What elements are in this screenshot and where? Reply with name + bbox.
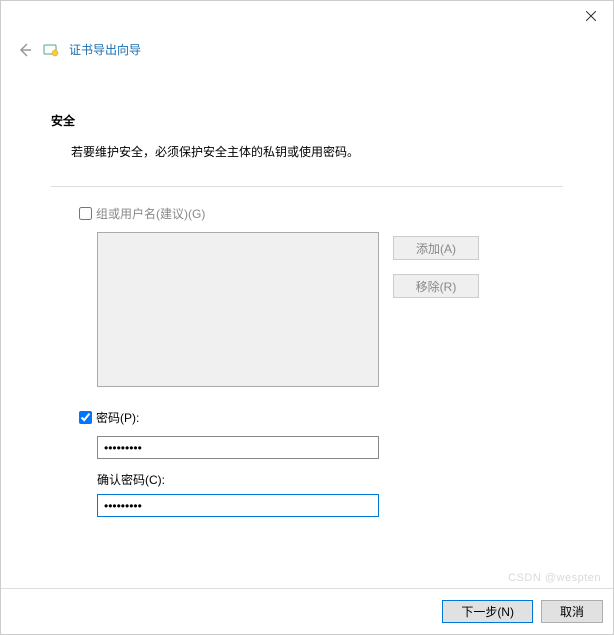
content-area: 安全 若要维护安全，必须保护安全主体的私钥或使用密码。 组或用户名(建议)(G)…: [1, 62, 613, 529]
form-area: 组或用户名(建议)(G) 添加(A) 移除(R) 密码(P): 确认密码(C):: [79, 205, 563, 529]
password-checkbox-row: 密码(P):: [79, 409, 563, 426]
password-checkbox-label: 密码(P):: [96, 409, 139, 426]
wizard-title: 证书导出向导: [69, 41, 141, 58]
close-icon: [586, 11, 596, 21]
password-input[interactable]: [97, 436, 379, 459]
footer: 下一步(N) 取消: [1, 588, 613, 634]
cancel-button[interactable]: 取消: [541, 600, 603, 623]
section-heading: 安全: [51, 112, 563, 129]
wizard-header: 证书导出向导: [1, 31, 613, 62]
certificate-icon: [43, 42, 59, 58]
password-checkbox[interactable]: [79, 411, 92, 424]
groups-checkbox-row: 组或用户名(建议)(G): [79, 205, 563, 222]
back-arrow-icon: [17, 42, 33, 58]
groups-checkbox[interactable]: [79, 207, 92, 220]
close-button[interactable]: [568, 1, 613, 31]
side-buttons: 添加(A) 移除(R): [393, 232, 479, 298]
back-button[interactable]: [17, 42, 33, 58]
titlebar: [1, 1, 613, 31]
watermark: CSDN @wespten: [508, 572, 601, 584]
groups-listbox[interactable]: [97, 232, 379, 387]
next-button[interactable]: 下一步(N): [442, 600, 533, 623]
groups-checkbox-label: 组或用户名(建议)(G): [96, 205, 205, 222]
groups-list-row: 添加(A) 移除(R): [79, 232, 563, 409]
confirm-password-input[interactable]: [97, 494, 379, 517]
section-description: 若要维护安全，必须保护安全主体的私钥或使用密码。: [71, 143, 563, 160]
remove-button[interactable]: 移除(R): [393, 274, 479, 298]
add-button[interactable]: 添加(A): [393, 236, 479, 260]
confirm-password-label: 确认密码(C):: [97, 471, 563, 488]
divider: [51, 186, 563, 187]
